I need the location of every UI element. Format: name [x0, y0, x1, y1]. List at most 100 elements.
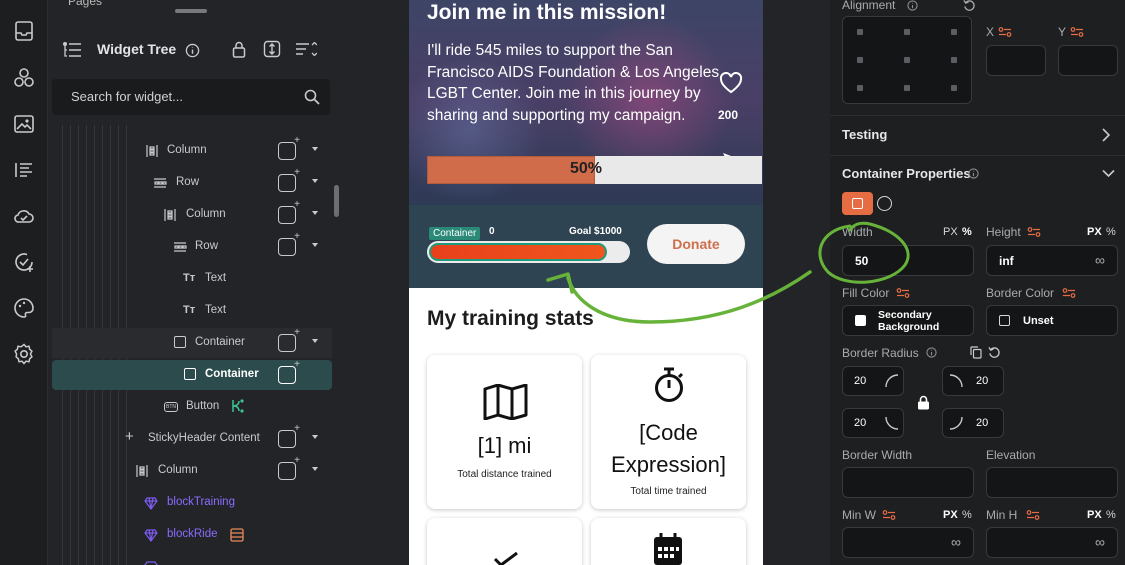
add-child-icon[interactable]	[278, 455, 300, 480]
tree-item-text[interactable]: Tт Text	[52, 264, 332, 294]
panel-resize-handle[interactable]	[175, 9, 207, 13]
tree-scrollbar[interactable]	[334, 185, 339, 217]
pages-section-stub[interactable]: Pages	[68, 0, 102, 8]
tree-item-button[interactable]: BTN Button	[52, 392, 332, 422]
chevron-right-icon[interactable]	[1101, 128, 1111, 142]
tree-item-column[interactable]: Column	[52, 135, 332, 166]
lock-icon[interactable]	[232, 41, 246, 58]
info-icon[interactable]	[185, 43, 200, 58]
min-width-unit-percent[interactable]: %	[962, 509, 972, 521]
chevron-down-icon[interactable]	[312, 339, 318, 343]
testing-section[interactable]: Testing	[830, 115, 1125, 155]
chevron-down-icon[interactable]	[312, 179, 318, 183]
add-child-icon[interactable]	[278, 423, 300, 448]
data-table-icon[interactable]	[230, 528, 244, 542]
tree-item-container-selected[interactable]: Container	[52, 359, 332, 390]
tree-item-column[interactable]: Column	[52, 199, 332, 230]
chevron-down-icon[interactable]	[312, 435, 318, 439]
stat-card-partial[interactable]	[591, 518, 746, 565]
border-color-picker[interactable]: Unset	[986, 305, 1118, 336]
tree-item-text[interactable]: Tт Text	[52, 296, 332, 326]
stat-card-distance[interactable]: [1] mi Total distance trained	[427, 355, 582, 509]
add-child-icon[interactable]	[278, 359, 300, 384]
components-icon[interactable]	[12, 66, 36, 90]
min-width-input[interactable]: ∞	[842, 527, 974, 558]
chevron-down-icon[interactable]	[1102, 169, 1115, 178]
radius-bottom-right-input[interactable]: 20	[942, 408, 1004, 438]
variable-icon[interactable]	[998, 27, 1012, 37]
tree-item-component[interactable]: blockTraining	[52, 488, 332, 518]
chevron-down-icon[interactable]	[312, 147, 318, 151]
infinity-toggle-icon[interactable]: ∞	[1095, 252, 1105, 268]
copy-icon[interactable]	[970, 346, 982, 359]
reset-icon[interactable]	[988, 346, 1001, 359]
variable-icon[interactable]	[882, 510, 896, 520]
chevron-down-icon[interactable]	[312, 211, 318, 215]
reset-icon[interactable]	[963, 0, 976, 12]
fill-color-picker[interactable]: Secondary Background	[842, 305, 974, 336]
radius-top-right-input[interactable]: 20	[942, 366, 1004, 396]
add-child-icon[interactable]	[278, 199, 300, 224]
info-icon[interactable]	[926, 347, 937, 358]
add-child-icon[interactable]	[278, 167, 300, 192]
map-icon	[483, 384, 528, 420]
height-input[interactable]: inf ∞	[986, 245, 1118, 276]
plus-icon[interactable]: +	[125, 428, 139, 445]
tree-item-row[interactable]: Row	[52, 231, 332, 262]
storyboard-icon[interactable]	[12, 158, 36, 182]
height-unit-percent[interactable]: %	[1106, 226, 1116, 238]
design-canvas[interactable]: Join me in this mission! I'll ride 545 m…	[340, 0, 830, 565]
sort-options-icon[interactable]	[295, 42, 317, 56]
width-unit-percent[interactable]: %	[962, 226, 972, 238]
tree-item-component-partial[interactable]	[52, 552, 332, 565]
y-input[interactable]	[1058, 45, 1118, 76]
chevron-down-icon[interactable]	[312, 467, 318, 471]
add-child-icon[interactable]	[278, 135, 300, 160]
heart-icon[interactable]	[719, 72, 743, 94]
widget-search-input[interactable]: Search for widget...	[52, 79, 330, 115]
infinity-toggle-icon[interactable]: ∞	[1095, 534, 1105, 550]
add-child-icon[interactable]	[278, 327, 300, 352]
variable-icon[interactable]	[1026, 510, 1040, 520]
radius-bottom-left-input[interactable]: 20	[842, 408, 904, 438]
border-width-input[interactable]	[842, 467, 974, 498]
x-input[interactable]	[986, 45, 1046, 76]
theme-palette-icon[interactable]	[12, 296, 36, 320]
action-flow-icon[interactable]	[230, 398, 246, 414]
tree-item-label: Column	[158, 464, 198, 476]
media-icon[interactable]	[12, 112, 36, 136]
search-icon[interactable]	[304, 89, 320, 105]
min-height-input[interactable]: ∞	[986, 527, 1118, 558]
border-color-swatch	[999, 315, 1010, 326]
chevron-down-icon[interactable]	[312, 243, 318, 247]
stat-card-partial[interactable]	[427, 518, 582, 565]
variable-icon[interactable]	[1027, 227, 1041, 237]
page-icon[interactable]	[12, 19, 36, 43]
infinity-toggle-icon[interactable]: ∞	[951, 534, 961, 550]
elevation-input[interactable]	[986, 467, 1118, 498]
min-height-unit-percent[interactable]: %	[1106, 509, 1116, 521]
min-width-unit-px[interactable]: PX	[943, 509, 958, 521]
stat-card-time[interactable]: [Code Expression] Total time trained	[591, 355, 746, 509]
settings-gear-icon[interactable]	[12, 342, 36, 366]
cloud-icon[interactable]	[12, 204, 36, 228]
variable-icon[interactable]	[1070, 27, 1084, 37]
min-height-unit-px[interactable]: PX	[1087, 509, 1102, 521]
tree-item-component[interactable]: blockRide	[52, 520, 332, 550]
expand-collapse-icon[interactable]	[263, 40, 281, 58]
alignment-grid[interactable]	[842, 16, 972, 104]
info-icon[interactable]	[907, 0, 918, 11]
width-unit-px[interactable]: PX	[943, 226, 958, 238]
height-unit-px[interactable]: PX	[1087, 226, 1102, 238]
add-child-icon[interactable]	[278, 231, 300, 256]
tree-item-column[interactable]: Column	[52, 455, 332, 486]
tree-item-sticky-header[interactable]: + StickyHeader Content	[52, 423, 332, 454]
radius-top-left-input[interactable]: 20	[842, 366, 904, 396]
variable-icon[interactable]	[1062, 288, 1076, 298]
info-icon[interactable]	[968, 168, 979, 179]
tree-item-container[interactable]: Container	[52, 327, 332, 358]
tree-item-row[interactable]: Row	[52, 167, 332, 198]
check-add-icon[interactable]	[12, 250, 36, 274]
shape-circle-toggle[interactable]	[877, 196, 892, 211]
lock-icon[interactable]	[917, 395, 930, 410]
